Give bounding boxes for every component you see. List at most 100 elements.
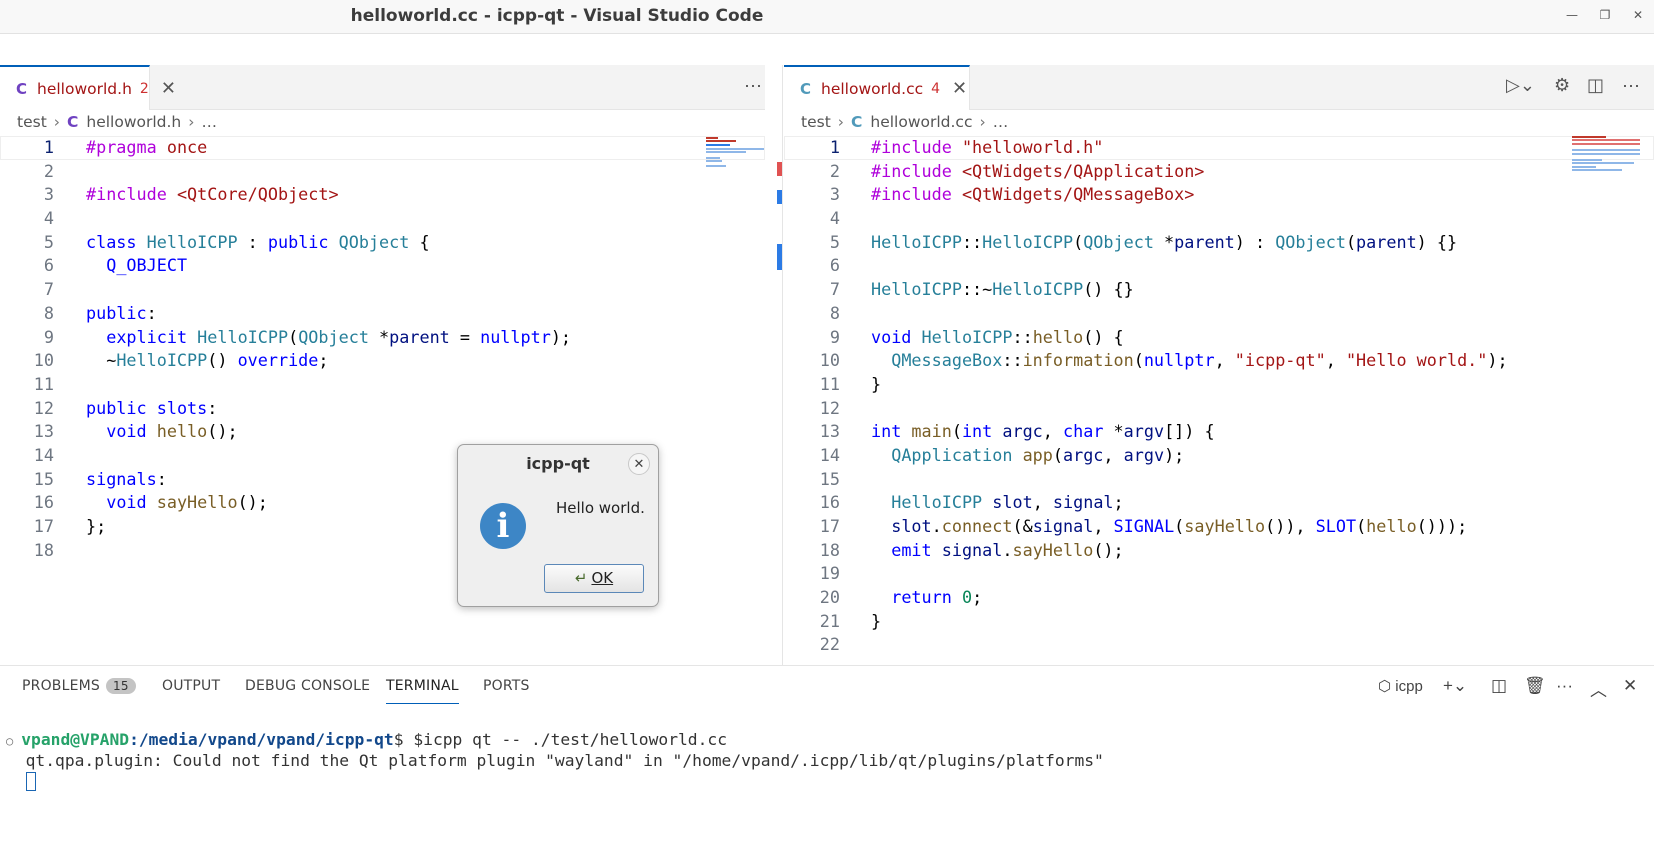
editor-group-right: C helloworld.cc 4 ✕ ▷⌄ ⚙ ◫ ··· test › C … — [784, 65, 1654, 665]
code-text: void HelloICPP::hello() { — [871, 326, 1124, 347]
trash-icon[interactable]: 🗑 — [1524, 676, 1546, 696]
code-line[interactable]: 14 QApplication app(argc, argv); — [784, 444, 1654, 468]
line-number: 7 — [43, 279, 54, 300]
code-line[interactable]: 7 — [0, 278, 765, 302]
code-line[interactable]: 19 — [784, 562, 1654, 586]
line-number: 12 — [819, 397, 840, 418]
split-terminal-icon[interactable]: ◫ — [1491, 676, 1507, 696]
code-line[interactable]: 18 emit signal.sayHello(); — [784, 539, 1654, 563]
breadcrumb-file[interactable]: helloworld.h — [86, 113, 181, 131]
close-icon[interactable]: ✕ — [628, 453, 650, 475]
code-line[interactable]: 13 void hello(); — [0, 420, 765, 444]
close-tab-icon[interactable]: ✕ — [952, 78, 967, 99]
minimap-right[interactable] — [1572, 135, 1640, 195]
code-line[interactable]: 22 — [784, 633, 1654, 657]
code-line[interactable]: 12 public slots: — [0, 397, 765, 421]
code-line[interactable]: 7 HelloICPP::~HelloICPP() {} — [784, 278, 1654, 302]
minimap-left[interactable] — [706, 135, 765, 195]
terminal-selector[interactable]: ⬡ icpp — [1378, 677, 1423, 695]
code-editor-right[interactable]: 1 #include "helloworld.h" 2 #include <QtWid… — [784, 136, 1654, 657]
line-number: 14 — [33, 444, 54, 465]
line-number: 9 — [829, 326, 840, 347]
breadcrumb-file[interactable]: helloworld.cc — [870, 113, 972, 131]
code-line[interactable]: 3 #include <QtWidgets/QMessageBox> — [784, 183, 1654, 207]
breadcrumb-symbols[interactable]: … — [201, 113, 217, 131]
code-line[interactable]: 11} — [784, 373, 1654, 397]
minimize-button[interactable]: — — [1562, 8, 1582, 26]
cpp-file-icon: C — [800, 79, 812, 98]
editor-tabs-left: C helloworld.h 2 ✕ ··· — [0, 65, 765, 110]
line-number: 2 — [829, 160, 840, 181]
code-line[interactable]: 2 #include <QtWidgets/QApplication> — [784, 160, 1654, 184]
terminal-command: $ $icpp qt -- ./test/helloworld.cc — [393, 730, 728, 749]
code-line[interactable]: 16 HelloICPP slot, signal; — [784, 491, 1654, 515]
code-line[interactable]: 17 slot.connect(&signal, SIGNAL(sayHello… — [784, 515, 1654, 539]
tab-helloworld-cc[interactable]: C helloworld.cc 4 ✕ — [784, 65, 970, 110]
code-line[interactable]: 12 — [784, 397, 1654, 421]
breadcrumb-symbols[interactable]: … — [993, 113, 1009, 131]
code-line[interactable]: 2 — [0, 160, 765, 184]
line-number: 8 — [829, 302, 840, 323]
code-line[interactable]: 20 return 0; — [784, 586, 1654, 610]
code-line[interactable]: 6 — [784, 254, 1654, 278]
code-text: #include <QtCore/QObject> — [86, 184, 339, 205]
close-panel-icon[interactable]: ✕ — [1623, 676, 1637, 696]
maximize-button[interactable]: ❐ — [1595, 8, 1615, 26]
line-number: 10 — [819, 350, 840, 371]
split-editor-icon[interactable]: ◫ — [1587, 75, 1604, 96]
code-text: #include <QtWidgets/QMessageBox> — [871, 184, 1195, 205]
more-actions-icon[interactable]: ··· — [744, 75, 762, 96]
more-actions-icon[interactable]: ··· — [1556, 676, 1573, 696]
code-line[interactable]: 6 Q_OBJECT — [0, 254, 765, 278]
code-line[interactable]: 9 explicit HelloICPP(QObject *parent = n… — [0, 326, 765, 350]
maximize-panel-icon[interactable]: ︿ — [1590, 676, 1607, 701]
breadcrumb-folder[interactable]: test — [801, 113, 831, 131]
tab-ports[interactable]: PORTS — [483, 678, 530, 694]
code-line[interactable]: 13 int main(int argc, char *argv[]) { — [784, 420, 1654, 444]
code-line[interactable]: 5 HelloICPP::HelloICPP(QObject *parent) :… — [784, 231, 1654, 255]
close-window-button[interactable]: ✕ — [1628, 8, 1648, 26]
run-debug-icon[interactable]: ▷⌄ — [1506, 75, 1535, 96]
code-line[interactable]: 3 #include <QtCore/QObject> — [0, 183, 765, 207]
terminal-output[interactable]: ○ vpand@VPAND:/media/vpand/vpand/icpp-qt$… — [6, 710, 1104, 811]
code-text: class HelloICPP : public QObject { — [86, 231, 430, 252]
ok-button[interactable]: ↵ OK — [544, 564, 644, 593]
code-line[interactable]: 8 — [784, 302, 1654, 326]
line-number: 5 — [43, 231, 54, 252]
code-line[interactable]: 4 — [0, 207, 765, 231]
code-text: } — [871, 610, 882, 631]
breadcrumb-folder[interactable]: test — [17, 113, 47, 131]
close-tab-icon[interactable]: ✕ — [161, 78, 176, 99]
tab-debug-console[interactable]: DEBUG CONSOLE — [245, 678, 370, 694]
code-line[interactable]: 9 void HelloICPP::hello() { — [784, 326, 1654, 350]
code-line[interactable]: 11 — [0, 373, 765, 397]
tab-helloworld-h[interactable]: C helloworld.h 2 ✕ — [0, 65, 176, 110]
code-text: HelloICPP::~HelloICPP() {} — [871, 279, 1134, 300]
code-line[interactable]: 10 QMessageBox::information(nullptr, "ic… — [784, 349, 1654, 373]
tab-problems-label: PROBLEMS — [22, 678, 101, 694]
tab-terminal[interactable]: TERMINAL — [386, 678, 459, 704]
code-line[interactable]: 10 ~HelloICPP() override; — [0, 349, 765, 373]
code-text: } — [871, 373, 882, 394]
code-line[interactable]: 15 — [784, 468, 1654, 492]
tab-output[interactable]: OUTPUT — [162, 678, 220, 694]
editor-divider[interactable] — [782, 65, 783, 665]
more-actions-icon[interactable]: ··· — [1622, 75, 1640, 96]
code-line[interactable]: 21} — [784, 610, 1654, 634]
title-bar: helloworld.cc - icpp-qt - Visual Studio … — [0, 0, 1654, 34]
code-text: HelloICPP slot, signal; — [891, 492, 1124, 513]
code-line[interactable]: 4 — [784, 207, 1654, 231]
line-number: 5 — [829, 231, 840, 252]
gear-icon[interactable]: ⚙ — [1554, 75, 1570, 96]
line-number: 11 — [33, 373, 54, 394]
new-terminal-icon[interactable]: +⌄ — [1443, 676, 1467, 696]
line-number: 13 — [33, 421, 54, 442]
code-line[interactable]: 5 class HelloICPP : public QObject { — [0, 231, 765, 255]
code-text: void sayHello(); — [106, 492, 268, 513]
code-line[interactable]: 8 public: — [0, 302, 765, 326]
tab-problems[interactable]: PROBLEMS 15 — [22, 678, 136, 694]
code-line[interactable]: 1 #include "helloworld.h" — [784, 136, 1654, 160]
code-line[interactable]: 1 #pragma once — [0, 136, 765, 160]
line-number: 15 — [33, 468, 54, 489]
code-text: #include "helloworld.h" — [871, 137, 1104, 157]
